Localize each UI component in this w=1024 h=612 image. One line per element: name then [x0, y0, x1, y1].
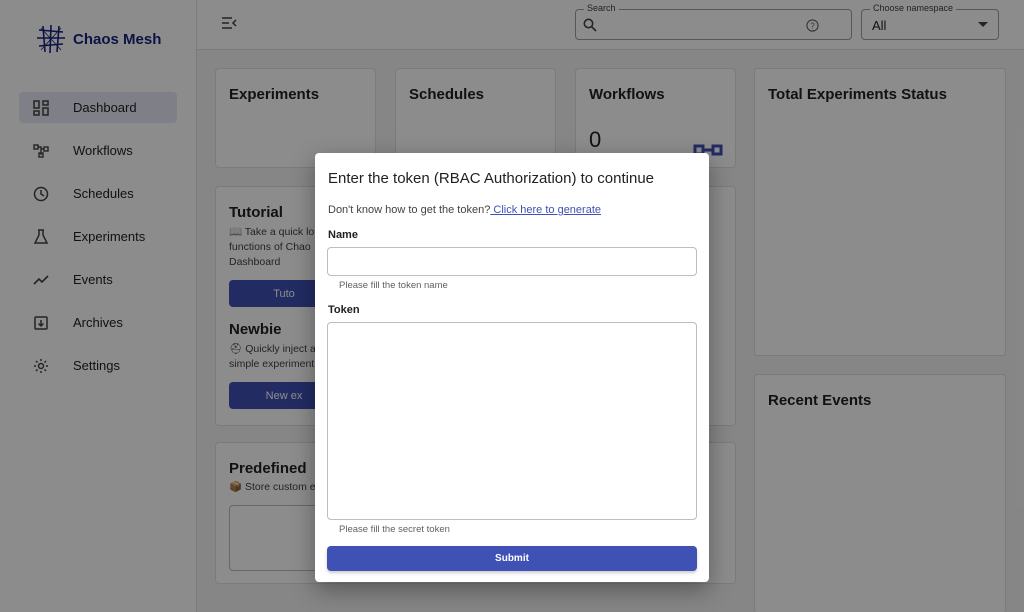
generate-token-link[interactable]: Click here to generate	[490, 204, 601, 216]
name-hint: Please fill the token name	[339, 280, 448, 291]
token-dialog: Enter the token (RBAC Authorization) to …	[315, 153, 709, 582]
dialog-title: Enter the token (RBAC Authorization) to …	[328, 170, 655, 187]
submit-button[interactable]: Submit	[327, 546, 697, 571]
name-label: Name	[328, 229, 358, 241]
token-textarea[interactable]	[327, 322, 697, 520]
token-label: Token	[328, 304, 360, 316]
dialog-help: Don't know how to get the token? Click h…	[328, 204, 601, 216]
help-text: Don't know how to get the token?	[328, 204, 491, 216]
token-hint: Please fill the secret token	[339, 524, 450, 535]
token-name-input[interactable]	[327, 247, 697, 276]
